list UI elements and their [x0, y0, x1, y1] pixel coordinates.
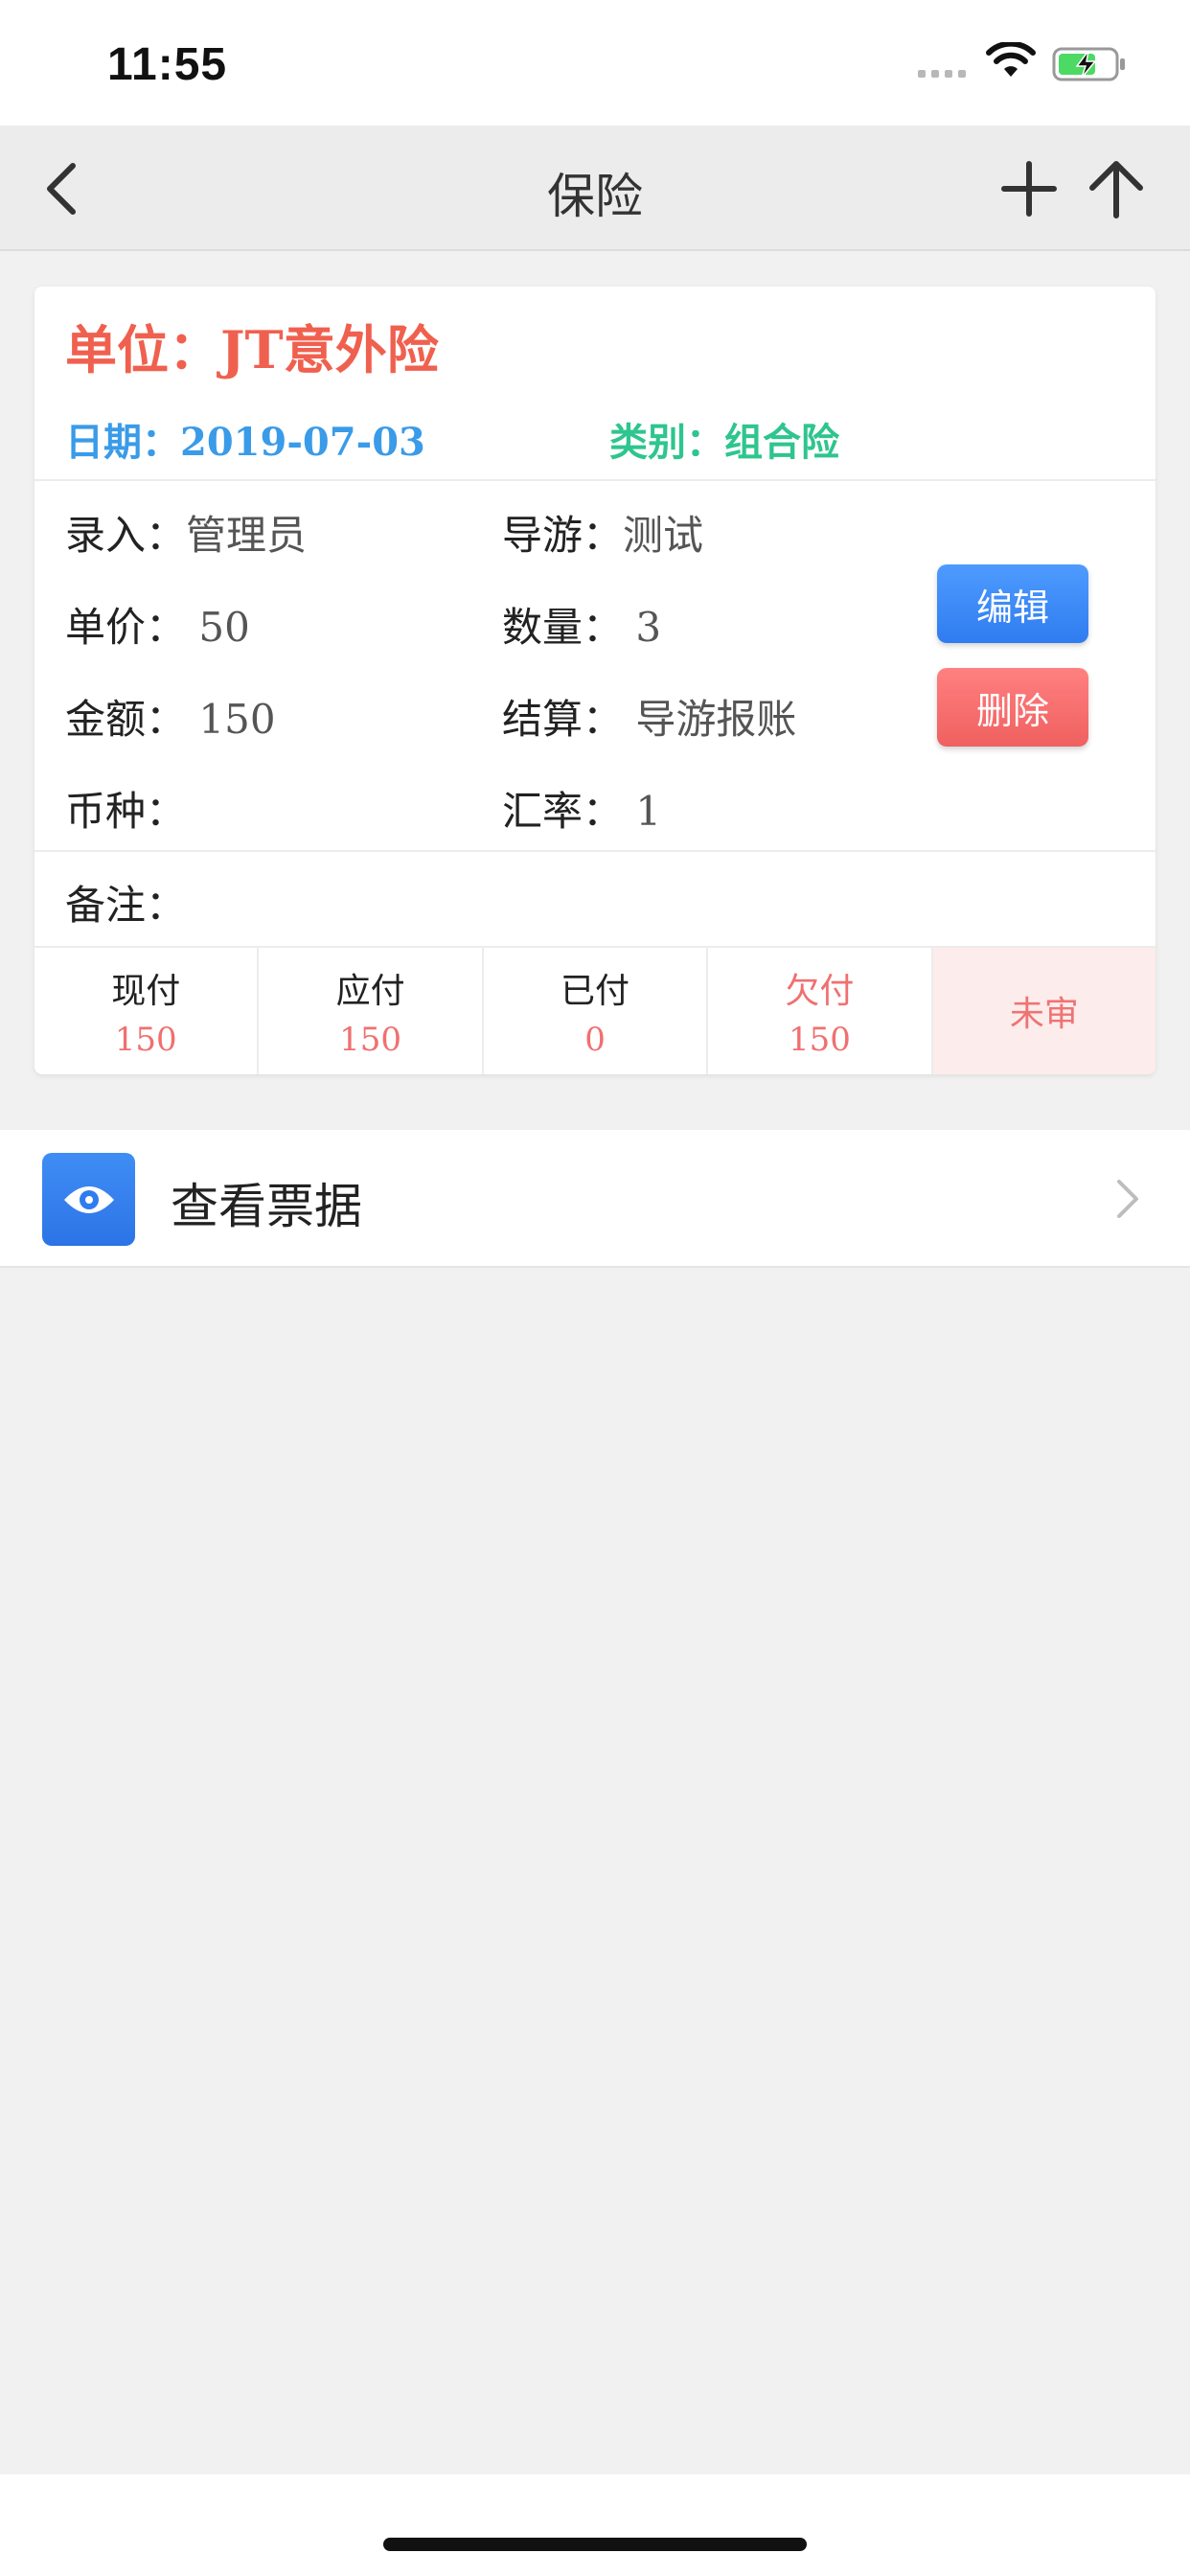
quantity-field: 数量： 3: [502, 595, 661, 654]
summary-cash-paid: 现付 150: [34, 948, 260, 1074]
summary-value: 0: [584, 1021, 606, 1059]
summary-owed: 欠付 150: [708, 948, 933, 1074]
eye-icon: [42, 1153, 135, 1246]
settlement-label: 结算：: [502, 696, 624, 743]
bottom-safe-area: [0, 2474, 1190, 2576]
currency-field: 币种：: [65, 779, 186, 838]
unit-price-value: 50: [198, 604, 250, 651]
home-indicator[interactable]: [383, 2538, 807, 2551]
summary-payable: 应付 150: [259, 948, 484, 1074]
settlement-field: 结算： 导游报账: [502, 687, 796, 746]
currency-label: 币种：: [65, 788, 187, 835]
delete-button[interactable]: 删除: [937, 668, 1088, 747]
quantity-value: 3: [635, 604, 662, 651]
navigation-bar: 保险: [0, 126, 1190, 251]
summary-value: 150: [339, 1021, 402, 1059]
guide-value: 测试: [623, 512, 704, 559]
unit-price-field: 单价： 50: [65, 595, 250, 654]
quantity-label: 数量：: [502, 604, 624, 651]
chevron-right-icon: [1117, 1180, 1138, 1218]
summary-paid: 已付 0: [484, 948, 709, 1074]
amount-value: 150: [198, 696, 276, 743]
settlement-value: 导游报账: [635, 696, 797, 743]
unit-title: 单位：JT意外险: [65, 319, 439, 380]
category-label: 类别：组合险: [609, 420, 839, 465]
exchange-rate-label: 汇率：: [502, 788, 624, 835]
remark-label: 备注：: [65, 882, 187, 929]
amount-label: 金额：: [65, 696, 187, 743]
unit-price-label: 单价：: [65, 604, 187, 651]
summary-value: 150: [114, 1021, 177, 1059]
review-status-badge: 未审: [932, 948, 1156, 1074]
plus-icon[interactable]: [1000, 160, 1058, 218]
divider: [34, 850, 1156, 852]
exchange-rate-field: 汇率： 1: [502, 779, 661, 838]
cellular-signal-icon: [918, 70, 966, 78]
summary-value: 150: [788, 1021, 851, 1059]
guide-label: 导游：: [502, 512, 624, 559]
payment-summary: 现付 150 应付 150 已付 0 欠付 150 未审: [34, 946, 1156, 1074]
entered-by-value: 管理员: [186, 512, 308, 559]
summary-label: 现付: [111, 972, 181, 1011]
summary-label: 应付: [335, 972, 405, 1011]
view-receipts-row[interactable]: 查看票据: [0, 1130, 1190, 1268]
divider: [34, 479, 1156, 481]
exchange-rate-value: 1: [635, 788, 662, 835]
entered-by-field: 录入：管理员: [65, 503, 307, 562]
view-receipts-label: 查看票据: [171, 1179, 362, 1234]
guide-field: 导游：测试: [502, 503, 703, 562]
amount-field: 金额： 150: [65, 687, 276, 746]
status-bar: 11:55: [0, 0, 1190, 126]
wifi-icon: [986, 42, 1036, 77]
status-time: 11:55: [107, 39, 228, 90]
arrow-up-icon[interactable]: [1087, 158, 1146, 219]
review-status-label: 未审: [1009, 995, 1079, 1034]
remark-field: 备注：: [65, 873, 186, 932]
date-label: 日期：2019-07-03: [65, 420, 425, 465]
summary-label: 欠付: [785, 972, 855, 1011]
summary-label: 已付: [561, 972, 630, 1011]
entered-by-label: 录入：: [65, 512, 187, 559]
insurance-card: 单位：JT意外险 日期：2019-07-03 类别：组合险 录入：管理员 导游：…: [34, 287, 1156, 1074]
edit-button[interactable]: 编辑: [937, 564, 1088, 643]
battery-charging-icon: [1052, 47, 1125, 81]
